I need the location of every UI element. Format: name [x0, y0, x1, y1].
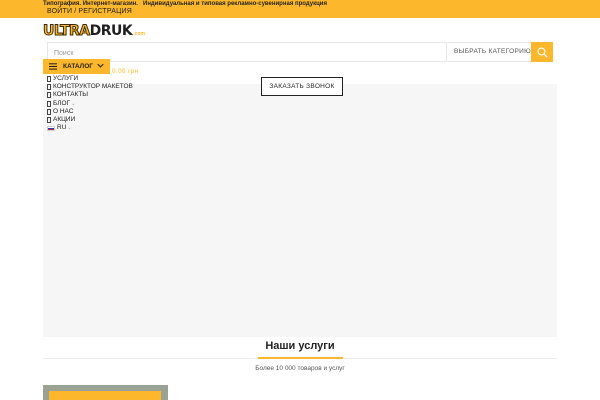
search-input[interactable] [54, 47, 434, 59]
menu-icon [47, 117, 51, 124]
menu-icon [47, 92, 51, 99]
search-bar: Выбрать категорию [47, 42, 553, 62]
section-accent-line [258, 357, 343, 359]
nav-item-contacts[interactable]: Контакты [47, 91, 133, 99]
search-divider [446, 43, 447, 61]
site-logo[interactable]: ULTRA DRUK .com [43, 23, 145, 39]
menu-icon [47, 100, 51, 107]
top-bar: Типография. Интернет-магазин. Индивидуал… [0, 0, 600, 18]
logo-domain: .com [133, 31, 145, 37]
services-title: Наши услуги [265, 340, 335, 352]
nav-item-layout-builder[interactable]: Конструктор макетов [47, 83, 133, 91]
login-link[interactable]: Войти [47, 8, 72, 15]
category-select-label: Выбрать категорию [454, 48, 531, 55]
chevron-down-icon: ⌄ [71, 100, 76, 107]
search-icon [536, 46, 548, 58]
menu-icon [47, 76, 51, 83]
cart-total[interactable]: 0.00 грн [112, 68, 138, 75]
nav-item-promotions[interactable]: Акции [47, 116, 133, 124]
main-nav: Услуги Конструктор макетов Контакты Блог… [47, 75, 133, 132]
catalog-button[interactable]: Каталог [43, 59, 110, 74]
service-card-label-bar [49, 391, 161, 400]
topbar-description: Индивидуальная и типовая рекламно-сувени… [143, 1, 327, 7]
callback-button[interactable]: Заказать звонок [261, 77, 343, 96]
logo-word-ultra: ULTRA [43, 23, 91, 39]
logo-word-druk: DRUK [89, 23, 133, 39]
menu-icon [47, 84, 51, 91]
service-card[interactable] [43, 385, 168, 400]
catalog-label: Каталог [63, 63, 93, 70]
menu-icon [47, 108, 51, 115]
nav-item-blog[interactable]: Блог ⌄ [47, 100, 133, 108]
topbar-tagline: Типография. Интернет-магазин. [43, 1, 138, 7]
language-switcher[interactable]: RU ⌄ [47, 124, 133, 132]
category-select[interactable]: Выбрать категорию [454, 48, 539, 55]
services-subtitle: Более 10 000 товаров и услуг [255, 365, 345, 372]
register-link[interactable]: Регистрация [78, 8, 132, 15]
login-register: Войти / Регистрация [47, 8, 132, 15]
nav-item-about[interactable]: О нас [47, 108, 133, 116]
hamburger-icon [49, 63, 57, 70]
russia-flag-icon [47, 125, 55, 131]
chevron-down-icon: ⌄ [67, 125, 72, 132]
search-button[interactable] [531, 42, 553, 62]
nav-item-services[interactable]: Услуги [47, 75, 133, 83]
chevron-down-icon [97, 63, 104, 68]
